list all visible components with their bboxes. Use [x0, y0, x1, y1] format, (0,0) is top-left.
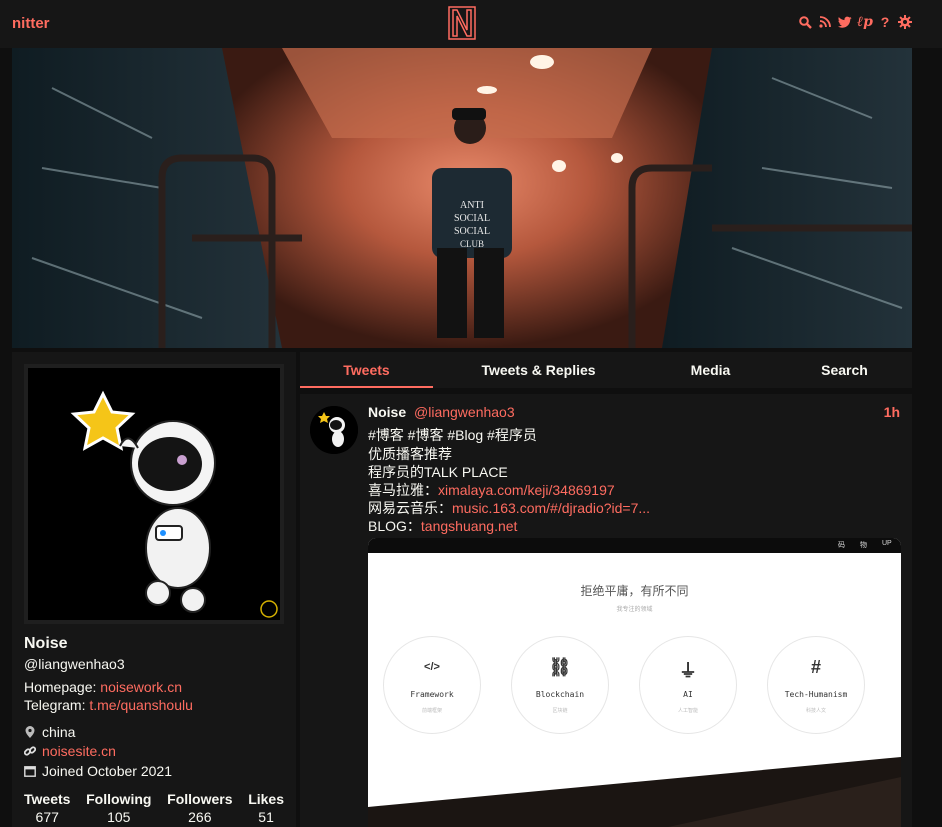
profile-name[interactable]: Noise	[24, 635, 68, 653]
stat-likes[interactable]: Likes 51	[248, 791, 284, 825]
settings-gear-icon[interactable]	[898, 14, 912, 30]
image-card-blockchain: ⛓ Blockchain 区块链	[511, 636, 609, 734]
image-card-tech-humanism: # Tech-Humanism 科技人文	[767, 636, 865, 734]
twitter-bird-icon[interactable]	[838, 14, 852, 30]
tweet-username[interactable]: @liangwenhao3	[414, 404, 515, 420]
stat-tweets[interactable]: Tweets 677	[24, 791, 70, 825]
search-icon[interactable]	[798, 14, 812, 30]
blog-label: BLOG：	[368, 518, 421, 534]
tweet-header: Noise @liangwenhao3	[368, 404, 515, 420]
svg-text:ANTI: ANTI	[460, 200, 484, 211]
stat-value: 105	[107, 809, 131, 825]
tweet-text-line: 程序员的TALK PLACE	[368, 464, 508, 480]
tab-tweets-replies[interactable]: Tweets & Replies	[433, 352, 644, 388]
profile-stats: Tweets 677 Following 105 Followers 266 L…	[24, 791, 284, 825]
file-code-icon: </>	[424, 661, 440, 673]
tweet-attachment-image[interactable]: 码 物 UP 拒绝平庸，有所不同 我专注的领域 </> Framework 前端…	[368, 538, 901, 827]
image-heading: 拒绝平庸，有所不同	[580, 584, 689, 598]
bio-homepage: Homepage: noisework.cn	[24, 679, 182, 695]
tweet-blog-line: BLOG：tangshuang.net	[368, 516, 517, 536]
bio-homepage-link[interactable]: noisework.cn	[100, 679, 182, 695]
help-icon[interactable]: ?	[878, 14, 892, 30]
profile-banner-image[interactable]: ANTI SOCIAL SOCIAL CLUB	[12, 48, 912, 348]
tab-tweets[interactable]: Tweets	[300, 352, 433, 388]
profile-joined-text: Joined October 2021	[42, 763, 172, 779]
stat-following[interactable]: Following 105	[86, 791, 151, 825]
image-card-label: Blockchain	[535, 690, 585, 699]
ximalaya-link[interactable]: ximalaya.com/keji/34869197	[438, 482, 615, 498]
timeline-item[interactable]: Noise @liangwenhao3 1h #博客 #博客 #Blog #程序…	[300, 394, 912, 827]
timeline-tabs: Tweets Tweets & Replies Media Search	[300, 352, 912, 388]
bio-homepage-label: Homepage:	[24, 679, 97, 695]
liberapay-icon[interactable]: ℓp	[857, 14, 873, 30]
chain-icon: ⛓	[548, 657, 572, 677]
stat-label: Likes	[248, 791, 284, 807]
stat-value: 677	[35, 809, 59, 825]
netease-link[interactable]: music.163.com/#/djradio?id=7...	[452, 500, 650, 516]
tweet-fullname[interactable]: Noise	[368, 404, 406, 420]
svg-text:CLUB: CLUB	[460, 239, 484, 249]
top-navbar: nitter ℓp ?	[0, 0, 942, 48]
netease-label: 网易云音乐：	[368, 500, 452, 516]
tweet-text-line: 优质播客推荐	[368, 446, 452, 462]
image-topbar-item: 码	[838, 542, 845, 549]
stat-followers[interactable]: Followers 266	[167, 791, 232, 825]
blog-link[interactable]: tangshuang.net	[421, 518, 518, 534]
nav-icon-group: ℓp ?	[798, 14, 912, 30]
stat-label: Following	[86, 791, 152, 807]
tab-search[interactable]: Search	[777, 352, 912, 388]
image-card-sub: 科技人文	[805, 708, 826, 714]
profile-website-link[interactable]: noisesite.cn	[42, 743, 116, 759]
image-card-label: AI	[683, 690, 693, 699]
stat-value: 266	[188, 809, 212, 825]
stat-label: Tweets	[24, 791, 71, 807]
image-topbar: 码 物 UP	[368, 538, 901, 553]
profile-joined: Joined October 2021	[24, 763, 172, 779]
tweet-hashtags[interactable]: #博客 #博客 #Blog #程序员	[368, 425, 537, 445]
svg-text:SOCIAL: SOCIAL	[454, 213, 490, 224]
image-card-sub: 区块链	[552, 708, 568, 714]
image-card-ai: ⏚ AI 人工智能	[639, 636, 737, 734]
image-card-framework: </> Framework 前端框架	[383, 636, 481, 734]
link-icon	[24, 745, 36, 757]
bio-telegram: Telegram: t.me/quanshoulu	[24, 697, 193, 713]
tab-media[interactable]: Media	[644, 352, 777, 388]
image-topbar-item: UP	[882, 540, 892, 547]
stat-label: Followers	[167, 791, 233, 807]
bio-telegram-label: Telegram:	[24, 697, 86, 713]
profile-card: Noise @liangwenhao3 Homepage: noisework.…	[12, 352, 296, 827]
profile-website: noisesite.cn	[24, 743, 116, 759]
profile-avatar[interactable]	[24, 364, 284, 624]
image-card-sub: 前端框架	[421, 708, 442, 714]
image-topbar-item: 物	[860, 542, 867, 549]
calendar-icon	[24, 765, 36, 777]
image-card-label: Framework	[410, 690, 454, 699]
tweet-ximalaya-line: 喜马拉雅：ximalaya.com/keji/34869197	[368, 480, 615, 500]
image-card-label: Tech-Humanism	[784, 690, 848, 699]
nitter-logo-icon[interactable]	[448, 6, 476, 40]
hashtag-icon: #	[810, 657, 821, 677]
tweet-netease-line: 网易云音乐：music.163.com/#/djradio?id=7...	[368, 498, 650, 518]
brand-link[interactable]: nitter	[12, 15, 50, 32]
ximalaya-label: 喜马拉雅：	[368, 482, 438, 498]
tweet-avatar[interactable]	[310, 406, 358, 454]
profile-handle[interactable]: @liangwenhao3	[24, 656, 125, 672]
profile-location-text: china	[42, 724, 76, 740]
image-dark-footer	[368, 757, 901, 827]
svg-text:SOCIAL: SOCIAL	[454, 226, 490, 237]
stat-value: 51	[258, 809, 274, 825]
profile-location: china	[24, 724, 75, 740]
location-pin-icon	[24, 726, 36, 738]
image-card-sub: 人工智能	[677, 708, 698, 714]
tweet-date[interactable]: 1h	[884, 404, 900, 420]
rss-icon[interactable]	[818, 14, 832, 30]
image-subheading: 我专注的领域	[616, 607, 653, 613]
plug-icon: ⏚	[679, 661, 697, 681]
bio-telegram-link[interactable]: t.me/quanshoulu	[89, 697, 193, 713]
